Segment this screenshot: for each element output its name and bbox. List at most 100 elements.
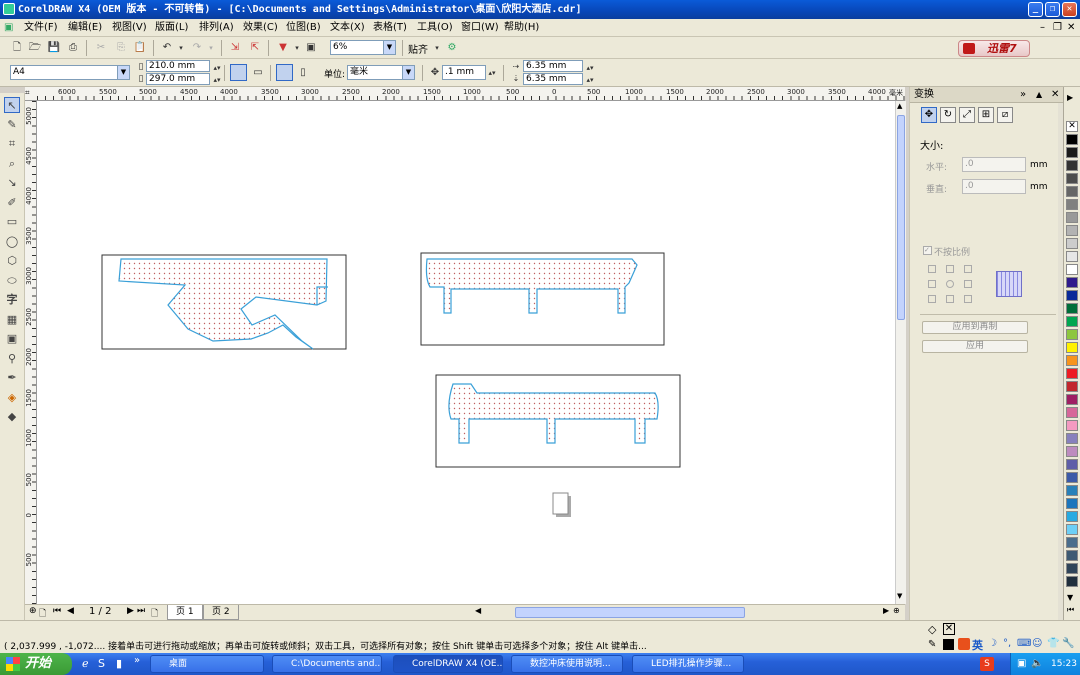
task-coreldraw[interactable]: CorelDRAW X4 (OE... <box>393 655 503 673</box>
go-first-icon[interactable]: ⏮ <box>53 606 61 616</box>
color-swatch[interactable] <box>1066 199 1078 210</box>
color-swatch[interactable] <box>1066 394 1078 405</box>
menu-tools[interactable]: 工具(O) <box>417 19 453 37</box>
menu-effects[interactable]: 效果(C) <box>243 19 278 37</box>
task-desktop[interactable]: 桌面 <box>150 655 264 673</box>
color-swatch[interactable] <box>1066 290 1078 301</box>
smart-fill-tool-icon[interactable]: ✐ <box>4 195 20 211</box>
color-swatch[interactable] <box>1066 238 1078 249</box>
cut-shape-3[interactable] <box>448 383 659 444</box>
current-page-button[interactable]: ▯ <box>296 66 310 80</box>
color-swatch[interactable] <box>1066 511 1078 522</box>
outline-tool-icon[interactable]: ✒ <box>4 370 20 386</box>
landscape-button[interactable]: ▭ <box>251 66 265 80</box>
duplicate-distance-x-field[interactable]: 6.35 mm <box>523 60 583 72</box>
interactive-fill-tool-icon[interactable]: ◆ <box>4 409 20 425</box>
import-icon[interactable]: ⇲ <box>228 41 242 55</box>
palette-scroll-down-icon[interactable]: ▼ <box>1067 593 1073 602</box>
menu-file[interactable]: 文件(F) <box>24 19 58 37</box>
outline-indicator-icon[interactable]: ✎ <box>928 639 936 650</box>
snap-dropdown-icon[interactable]: ▾ <box>430 41 444 55</box>
new-document-icon[interactable]: 🗋 <box>10 41 24 55</box>
color-swatch[interactable] <box>1066 407 1078 418</box>
cut-icon[interactable]: ✂ <box>94 41 108 55</box>
tray-volume-icon[interactable]: 🔈 <box>1031 653 1043 675</box>
color-swatch[interactable] <box>1066 368 1078 379</box>
first-page-icon[interactable]: ⊕ <box>29 606 37 616</box>
color-swatch[interactable] <box>1066 186 1078 197</box>
color-swatch[interactable] <box>1066 225 1078 236</box>
horizontal-size-field[interactable]: .0 <box>962 157 1026 172</box>
task-doc-1[interactable]: 数控冲床使用说明... <box>511 655 623 673</box>
doc-restore-button[interactable]: ❐ <box>1053 19 1062 37</box>
pick-tool-icon[interactable]: ↖ <box>4 97 20 113</box>
quicklaunch-icon-2[interactable]: S <box>98 657 105 670</box>
color-swatch[interactable] <box>1066 550 1078 561</box>
scale-mirror-icon[interactable]: ⤢ <box>959 107 975 123</box>
docker-close-icon[interactable]: ✕ <box>1051 87 1059 103</box>
save-icon[interactable]: 💾 <box>47 41 61 55</box>
rotate-icon[interactable]: ↻ <box>940 107 956 123</box>
menu-arrange[interactable]: 排列(A) <box>199 19 234 37</box>
color-swatch[interactable] <box>1066 576 1078 587</box>
vertical-scroll-thumb[interactable] <box>897 115 905 320</box>
color-swatch[interactable] <box>1066 160 1078 171</box>
height-spinner-icon[interactable]: ▴▾ <box>210 73 224 87</box>
sogou-tray-icon[interactable]: S <box>980 657 994 671</box>
polygon-tool-icon[interactable]: ⬡ <box>4 253 20 269</box>
color-swatch[interactable] <box>1066 563 1078 574</box>
color-swatch[interactable] <box>1066 446 1078 457</box>
doc-close-button[interactable]: ✕ <box>1067 19 1075 37</box>
drawing-canvas[interactable] <box>37 101 895 604</box>
color-swatch[interactable] <box>1066 472 1078 483</box>
ime-settings-icon[interactable]: 🔧 <box>1062 638 1074 649</box>
palette-scroll-up-icon[interactable]: ▶ <box>1067 93 1073 102</box>
color-swatch[interactable] <box>1066 433 1078 444</box>
print-icon[interactable]: ⎙ <box>66 41 80 55</box>
vertical-size-field[interactable]: .0 <box>962 179 1026 194</box>
undo-icon[interactable]: ↶ <box>160 41 174 55</box>
quicklaunch-icon-3[interactable]: ▮ <box>116 657 122 670</box>
color-swatch[interactable] <box>1066 537 1078 548</box>
page-size-select[interactable]: A4 ▼ <box>10 65 130 80</box>
redo-dropdown-icon[interactable]: ▾ <box>204 41 218 55</box>
menu-help[interactable]: 帮助(H) <box>504 19 539 37</box>
sogou-icon[interactable] <box>958 638 970 650</box>
scroll-down-icon[interactable]: ▼ <box>897 592 902 600</box>
copy-icon[interactable]: ⎘ <box>114 41 128 55</box>
nudge-spinner-icon[interactable]: ▴▾ <box>485 66 499 80</box>
color-swatch[interactable] <box>1066 524 1078 535</box>
position-icon[interactable]: ✥ <box>921 107 937 123</box>
apply-button[interactable]: 应用 <box>922 340 1028 353</box>
color-swatch[interactable] <box>1066 134 1078 145</box>
ime-fullwidth-icon[interactable]: °, <box>1003 638 1011 649</box>
crop-tool-icon[interactable]: ⌗ <box>4 136 20 152</box>
navigator-icon[interactable]: ⊕ <box>893 606 900 615</box>
page-tab-2[interactable]: 页 2 <box>203 605 239 620</box>
ie-quicklaunch-icon[interactable]: ℯ <box>82 657 89 670</box>
welcome-screen-icon[interactable]: ▣ <box>304 41 318 55</box>
page-width-field[interactable]: 210.0 mm <box>146 60 210 72</box>
duplicate-distance-y-field[interactable]: 6.35 mm <box>523 73 583 85</box>
ime-punct-icon[interactable]: ☽ <box>988 638 997 649</box>
table-tool-icon[interactable]: ▦ <box>4 312 20 328</box>
portrait-button[interactable] <box>230 64 247 81</box>
shape-tool-icon[interactable]: ✎ <box>4 117 20 133</box>
dup-y-spinner-icon[interactable]: ▴▾ <box>583 73 597 87</box>
skew-icon[interactable]: ⧄ <box>997 107 1013 123</box>
open-icon[interactable]: 🗁 <box>28 41 42 55</box>
color-swatch[interactable] <box>1066 342 1078 353</box>
fill-indicator-icon[interactable]: ◇ <box>928 623 936 636</box>
fill-tool-icon[interactable]: ◈ <box>4 390 20 406</box>
clock[interactable]: 15:23 <box>1051 653 1077 675</box>
close-button[interactable]: ✕ <box>1062 2 1077 17</box>
all-pages-button[interactable] <box>276 64 293 81</box>
zoom-level-select[interactable]: 6% ▼ <box>330 40 396 55</box>
task-doc-2[interactable]: LED排孔操作步骤... <box>632 655 744 673</box>
palette-expand-icon[interactable]: ⏮ <box>1067 605 1074 615</box>
ruler-origin-icon[interactable]: ⌗ <box>25 88 30 98</box>
doc-minimize-button[interactable]: – <box>1040 19 1045 37</box>
color-swatch[interactable] <box>1066 277 1078 288</box>
snap-to-label[interactable]: 贴齐 <box>408 41 428 56</box>
no-color-swatch[interactable]: ✕ <box>1066 121 1078 132</box>
